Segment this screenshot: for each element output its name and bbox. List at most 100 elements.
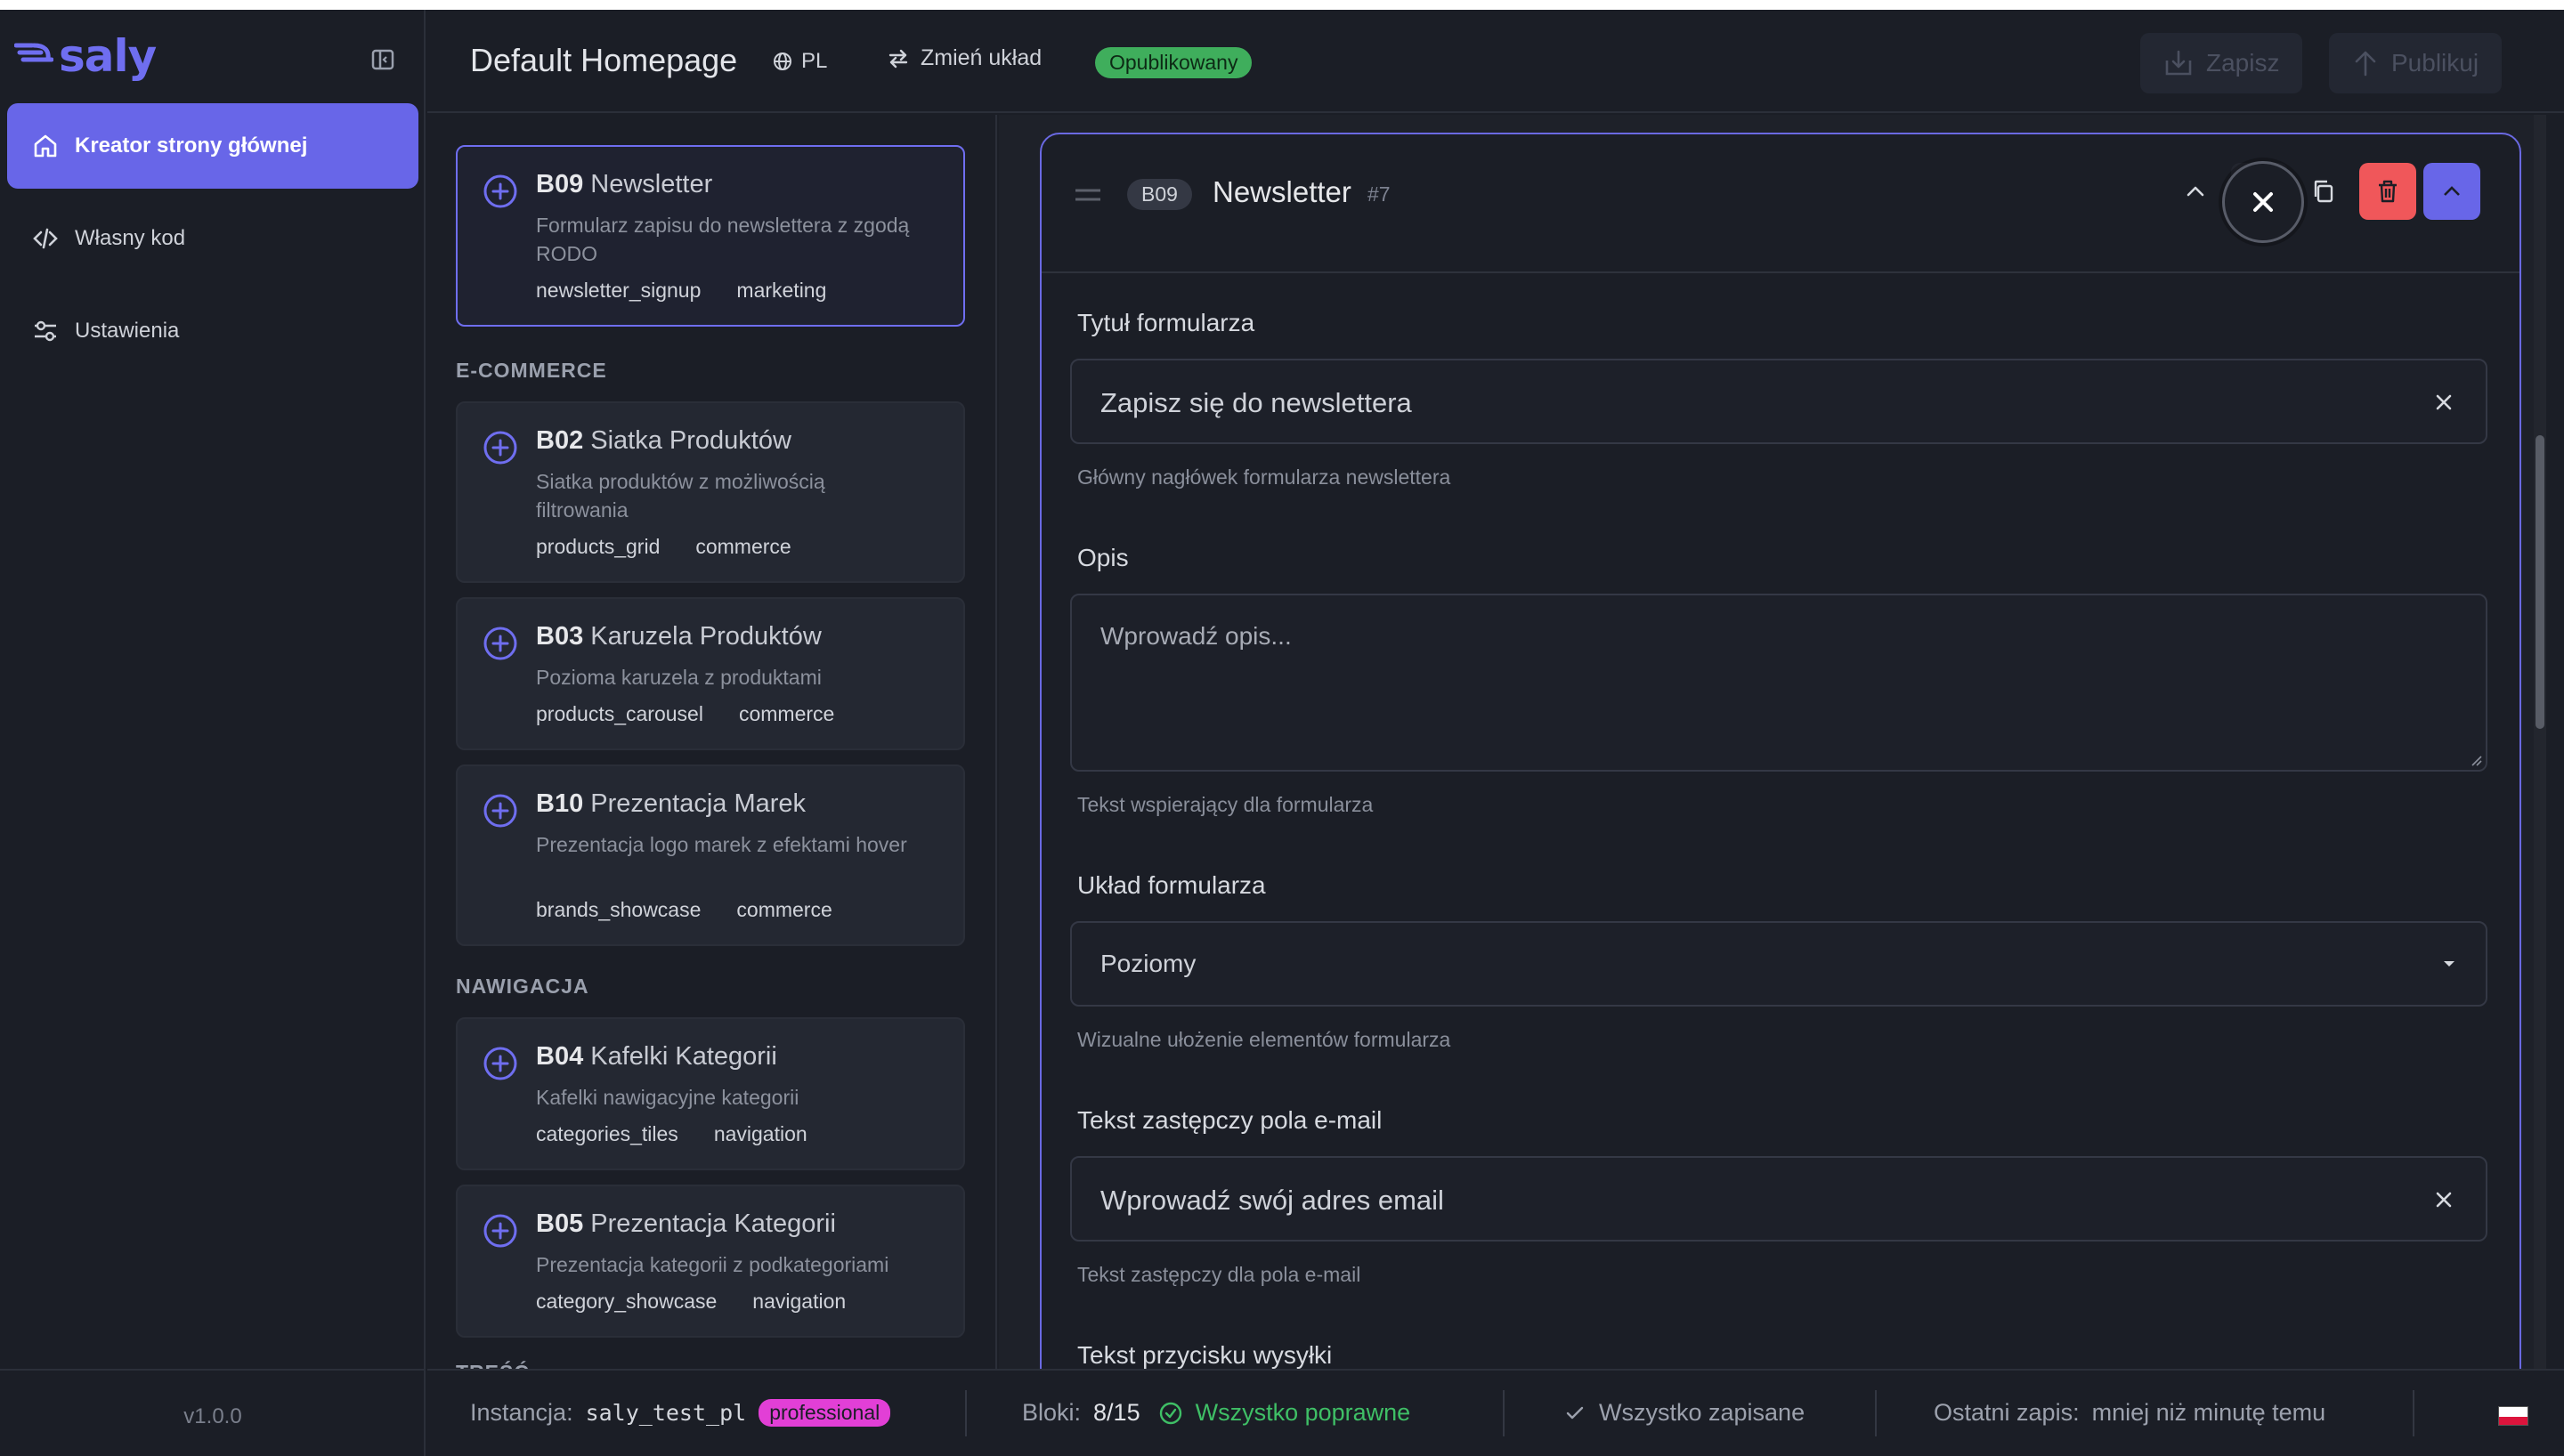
close-editor-button[interactable] [2222,161,2304,243]
add-circle-icon[interactable] [483,626,518,661]
block-catalog: B09 Newsletter Formularz zapisu do newsl… [427,115,997,1369]
block-card-b09[interactable]: B09 Newsletter Formularz zapisu do newsl… [456,145,965,327]
tag: newsletter_signup [536,279,702,302]
tag: commerce [695,535,791,558]
tag: brands_showcase [536,898,702,921]
tag: categories_tiles [536,1122,678,1145]
copy-icon [2314,180,2333,203]
layout-select[interactable]: Poziomy [1070,921,2487,1007]
layout-select-value: Poziomy [1100,950,1197,977]
form-title-value: Zapisz się do newslettera [1100,387,1412,418]
collapse-icon [2444,186,2460,196]
sidebar-item-homepage-builder[interactable]: Kreator strony głównej [7,103,418,189]
globe-icon [774,53,791,70]
scrollbar-track[interactable] [2534,115,2546,1369]
duplicate-button[interactable] [2295,163,2352,220]
description-help: Tekst wspierający dla formularza [1077,793,1374,816]
block-editor-title: Newsletter [1213,175,1351,208]
layout-label: Układ formularza [1077,871,1266,899]
instance-info: Instancja: saly_test_pl professional [470,1399,891,1427]
email-placeholder-input[interactable]: Wprowadź swój adres email [1070,1156,2487,1242]
move-up-button[interactable] [2167,163,2224,220]
instance-value: saly_test_pl [585,1400,747,1426]
resize-handle-icon[interactable] [2468,752,2482,766]
logo[interactable]: saly [14,29,157,83]
logo-text: saly [59,30,157,82]
sidebar-item-custom-code[interactable]: Własny kod [7,196,418,281]
block-card-b04[interactable]: B04 Kafelki Kategorii Kafelki nawigacyjn… [456,1017,965,1170]
block-card-title: B05 Prezentacja Kategorii [536,1209,836,1238]
add-circle-icon[interactable] [483,1046,518,1081]
block-card-tags: products_carousel commerce [536,702,845,726]
blocks-info: Bloki: 8/15 Wszystko poprawne [1022,1399,1410,1427]
block-position-number: #7 [1367,182,1391,206]
block-card-b03[interactable]: B03 Karuzela Produktów Pozioma karuzela … [456,597,965,750]
publish-button[interactable]: Publikuj [2329,33,2503,93]
block-card-title: B03 Karuzela Produktów [536,622,822,651]
tag: commerce [736,898,832,921]
block-card-description: Siatka produktów z możliwością filtrowan… [536,470,825,522]
chevron-up-icon [2187,186,2204,197]
validation-status: Wszystko poprawne [1195,1399,1411,1426]
change-layout-label: Zmień układ [921,45,1043,70]
drag-handle-icon[interactable] [1074,184,1102,206]
tag: products_carousel [536,702,703,725]
block-card-description: Formularz zapisu do newslettera z zgodą … [536,214,910,265]
block-card-description: Pozioma karuzela z produktami [536,666,822,689]
last-save-label: Ostatni zapis: [1934,1399,2080,1426]
check-circle-icon [1159,1402,1181,1424]
swap-arrows-icon [888,49,908,68]
block-card-tags: products_grid commerce [536,535,802,559]
logo-mark-icon [14,43,53,62]
block-card-b05[interactable]: B05 Prezentacja Kategorii Prezentacja ka… [456,1185,965,1338]
block-card-b10[interactable]: B10 Prezentacja Marek Prezentacja logo m… [456,764,965,946]
sliders-icon [35,320,56,342]
block-card-description: Kafelki nawigacyjne kategorii [536,1086,799,1109]
form-title-input[interactable]: Zapisz się do newslettera [1070,359,2487,444]
polish-flag-icon[interactable] [2498,1406,2528,1426]
tag: commerce [738,702,835,725]
sidebar-toggle-icon [371,49,394,70]
blocks-label: Bloki: [1022,1399,1082,1426]
clear-icon[interactable] [2430,389,2457,416]
description-label: Opis [1077,544,1129,571]
email-placeholder-value: Wprowadź swój adres email [1100,1185,1444,1216]
form-title-label: Tytuł formularza [1077,309,1255,336]
add-circle-icon[interactable] [483,430,518,465]
add-circle-icon[interactable] [483,793,518,829]
block-card-tags: category_showcase navigation [536,1290,856,1314]
clear-icon[interactable] [2430,1186,2457,1213]
divider [2413,1390,2414,1436]
language-selector[interactable]: PL [773,49,827,74]
add-circle-icon[interactable] [483,174,518,209]
block-card-b02[interactable]: B02 Siatka Produktów Siatka produktów z … [456,401,965,583]
collapse-sidebar-button[interactable] [363,40,402,79]
close-icon [2253,192,2273,212]
change-layout-button[interactable]: Zmień układ [887,45,1042,71]
add-circle-icon[interactable] [483,1213,518,1249]
block-card-tags: newsletter_signup marketing [536,279,837,303]
app-window: saly Kreator strony głównej Własny kod U… [0,10,2564,1456]
collapse-block-button[interactable] [2423,163,2480,220]
sidebar-item-settings[interactable]: Ustawienia [7,288,418,374]
description-textarea[interactable]: Wprowadź opis... [1070,594,2487,772]
sidebar-item-label: Kreator strony głównej [75,133,308,158]
divider [1875,1390,1877,1436]
description-placeholder: Wprowadź opis... [1100,622,1292,650]
plan-badge: professional [759,1399,891,1427]
delete-button[interactable] [2359,163,2416,220]
block-code-badge: B09 [1127,179,1192,210]
scrollbar-thumb[interactable] [2536,435,2544,729]
block-card-title: B09 Newsletter [536,170,713,198]
submit-text-label: Tekst przycisku wysyłki [1077,1341,1333,1369]
last-save-value: mniej niż minutę temu [2091,1399,2326,1426]
sidebar-item-label: Własny kod [75,226,186,250]
divider [965,1390,967,1436]
save-button[interactable]: Zapisz [2140,33,2303,93]
code-icon [33,228,58,249]
topbar: Default Homepage PL Zmień układ Opubliko… [427,10,2564,113]
block-card-description: Prezentacja logo marek z efektami hover [536,833,907,856]
block-editor-panel: B09 Newsletter #7 Tytuł formularza Zapis… [1040,133,2521,1369]
status-badge: Opublikowany [1095,47,1253,78]
block-card-title: B02 Siatka Produktów [536,426,791,455]
